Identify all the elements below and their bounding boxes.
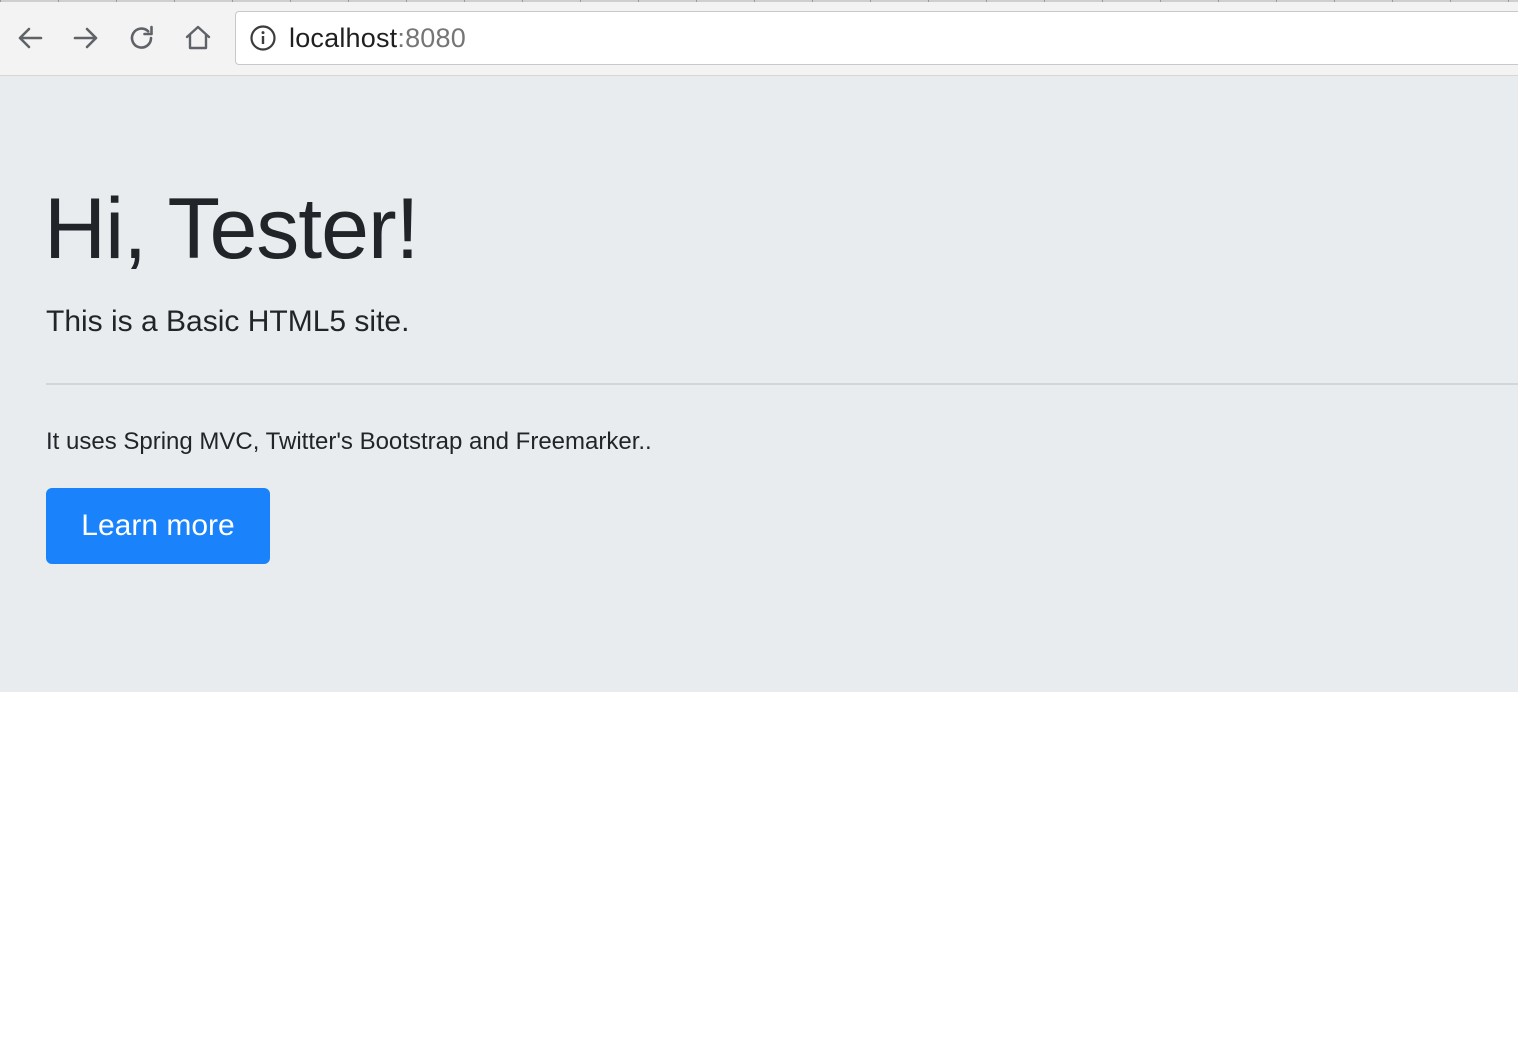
url-text[interactable]: localhost:8080 xyxy=(289,23,466,54)
home-button[interactable] xyxy=(178,18,218,58)
arrow-left-icon xyxy=(18,27,43,49)
lead-text: This is a Basic HTML5 site. xyxy=(46,305,410,338)
home-icon xyxy=(185,25,211,50)
page-title: Hi, Tester! xyxy=(44,181,420,277)
forward-button[interactable] xyxy=(66,18,106,58)
url-host: localhost xyxy=(289,22,398,53)
description-text: It uses Spring MVC, Twitter's Bootstrap … xyxy=(46,428,652,455)
address-bar[interactable]: localhost:8080 xyxy=(235,11,1518,65)
divider xyxy=(46,383,1518,385)
info-icon[interactable] xyxy=(249,24,277,52)
arrow-right-icon xyxy=(73,27,98,49)
url-port: :8080 xyxy=(397,22,466,53)
browser-toolbar: localhost:8080 xyxy=(0,0,1518,76)
learn-more-button[interactable]: Learn more xyxy=(46,488,270,564)
reload-icon xyxy=(130,25,153,49)
tab-strip-edge xyxy=(0,0,1518,2)
jumbotron: Hi, Tester! This is a Basic HTML5 site. … xyxy=(0,76,1518,692)
reload-button[interactable] xyxy=(122,18,162,58)
back-button[interactable] xyxy=(10,18,50,58)
